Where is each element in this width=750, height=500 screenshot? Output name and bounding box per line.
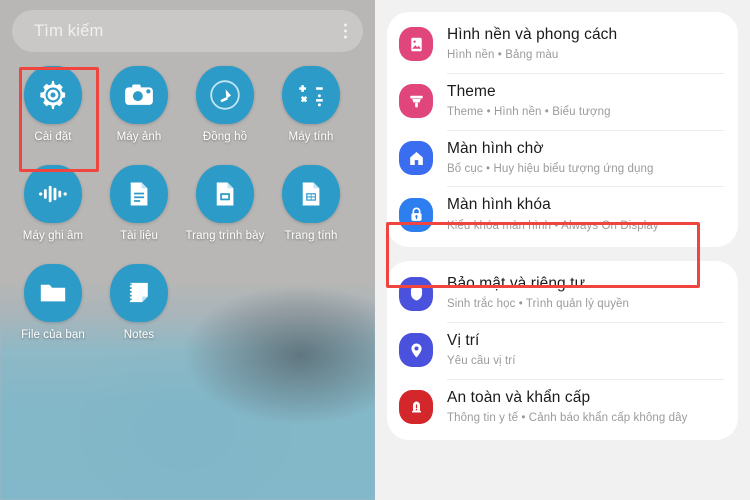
settings-row-title: Màn hình khóa — [447, 196, 551, 214]
settings-row-subtitle: Theme • Hình nền • Biểu tượng — [447, 105, 611, 118]
app-icon-slides[interactable]: Trang trình bày — [182, 165, 268, 242]
app-icon-clock[interactable]: Đồng hồ — [182, 66, 268, 143]
settings-card-privacy: Bảo mật và riêng tư Sinh trắc học • Trìn… — [387, 261, 738, 440]
settings-row-subtitle: Yêu cầu vị trí — [447, 355, 516, 368]
padlock-glyph — [410, 207, 422, 222]
location-pin-icon — [399, 333, 433, 368]
app-label: Tài liệu — [120, 230, 158, 242]
settings-row-subtitle: Thông tin y tế • Cảnh báo khẩn cấp không… — [447, 412, 688, 425]
app-label: Máy tính — [288, 131, 334, 143]
app-label: Trang trình bày — [185, 230, 265, 242]
settings-row-title: Màn hình chờ — [447, 139, 544, 157]
app-label: Cài đặt — [34, 131, 72, 143]
settings-row-text: Màn hình chờ Bố cục • Huy hiệu biểu tượn… — [447, 139, 653, 178]
app-label: Đồng hồ — [202, 131, 248, 143]
screenshot-root: Tìm kiếm Cài đặt Máy ảnh Đồng hồ Máy tín… — [0, 0, 750, 500]
settings-row-text: Hình nền và phong cách Hình nền • Bảng m… — [447, 25, 617, 64]
wallpaper-image-icon — [399, 27, 433, 62]
app-icon-settings[interactable]: Cài đặt — [10, 66, 96, 143]
folder-glyph — [40, 284, 66, 302]
app-label: File của bạn — [21, 329, 85, 341]
search-bar[interactable]: Tìm kiếm — [12, 10, 363, 52]
app-row: File của bạn Notes — [0, 264, 375, 341]
app-grid: Cài đặt Máy ảnh Đồng hồ Máy tính Máy ghi… — [0, 66, 375, 363]
app-icon-notes[interactable]: Notes — [96, 264, 182, 341]
settings-row-text: Bảo mật và riêng tư Sinh trắc học • Trìn… — [447, 274, 629, 313]
settings-row-subtitle: Hình nền • Bảng màu — [447, 49, 559, 62]
app-row: Máy ghi âm Tài liệu Trang trình bày Tran… — [0, 165, 375, 242]
app-label: Notes — [123, 329, 155, 341]
clock-icon — [196, 66, 254, 124]
waveform-glyph — [39, 185, 67, 203]
shield-glyph — [410, 286, 422, 301]
settings-row-text: Theme Theme • Hình nền • Biểu tượng — [447, 82, 611, 121]
lock-icon — [399, 197, 433, 232]
settings-card-display: Hình nền và phong cách Hình nền • Bảng m… — [387, 12, 738, 248]
camera-glyph — [125, 84, 153, 105]
settings-row-text: An toàn và khẩn cấp Thông tin y tế • Cản… — [447, 388, 688, 427]
gear-glyph — [40, 80, 66, 110]
search-input[interactable]: Tìm kiếm — [34, 22, 103, 41]
app-icon-voice-recorder[interactable]: Máy ghi âm — [10, 165, 96, 242]
document-icon — [110, 165, 168, 223]
settings-row-title: Vị trí — [447, 332, 480, 350]
home-screen-panel: Tìm kiếm Cài đặt Máy ảnh Đồng hồ Máy tín… — [0, 0, 375, 500]
app-label: Máy ghi âm — [22, 230, 84, 242]
settings-row-text: Màn hình khóa Kiểu khóa màn hình • Alway… — [447, 195, 659, 234]
settings-row-subtitle: Kiểu khóa màn hình • Always On Display — [447, 219, 659, 232]
notes-icon — [110, 264, 168, 322]
spreadsheet-icon — [282, 165, 340, 223]
app-icon-my-files[interactable]: File của bạn — [10, 264, 96, 341]
app-icon-spreadsheet[interactable]: Trang tính — [268, 165, 354, 242]
settings-row-title: Hình nền và phong cách — [447, 26, 618, 43]
settings-row-title: Bảo mật và riêng tư — [447, 275, 586, 293]
paintbrush-icon — [399, 84, 433, 119]
settings-row-subtitle: Sinh trắc học • Trình quản lý quyền — [447, 298, 630, 311]
settings-row-security-privacy[interactable]: Bảo mật và riêng tư Sinh trắc học • Trìn… — [387, 265, 738, 322]
settings-row-wallpaper[interactable]: Hình nền và phong cách Hình nền • Bảng m… — [387, 16, 738, 73]
app-icon-calculator[interactable]: Máy tính — [268, 66, 354, 143]
settings-row-lock-screen[interactable]: Màn hình khóa Kiểu khóa màn hình • Alway… — [387, 186, 738, 243]
app-label: Máy ảnh — [116, 131, 162, 143]
camera-icon — [110, 66, 168, 124]
voice-recorder-icon — [24, 165, 82, 223]
folder-icon — [24, 264, 82, 322]
settings-list-panel: Hình nền và phong cách Hình nền • Bảng m… — [375, 0, 750, 500]
app-row: Cài đặt Máy ảnh Đồng hồ Máy tính — [0, 66, 375, 143]
image-glyph — [410, 37, 422, 52]
slides-icon — [196, 165, 254, 223]
settings-row-home-screen[interactable]: Màn hình chờ Bố cục • Huy hiệu biểu tượn… — [387, 129, 738, 187]
calculator-icon — [282, 66, 340, 124]
emergency-alert-icon — [399, 390, 433, 425]
shield-icon — [399, 276, 433, 311]
clock-glyph — [210, 80, 240, 110]
settings-gear-icon — [24, 66, 82, 124]
alert-glyph — [411, 401, 421, 413]
notes-glyph — [128, 282, 148, 303]
settings-row-theme[interactable]: Theme Theme • Hình nền • Biểu tượng — [387, 72, 738, 130]
brush-glyph — [409, 95, 423, 108]
calculator-glyph — [299, 85, 323, 107]
app-label: Trang tính — [284, 230, 338, 242]
spreadsheet-glyph — [302, 182, 320, 206]
pin-glyph — [410, 343, 422, 358]
settings-row-safety-emergency[interactable]: An toàn và khẩn cấp Thông tin y tế • Cản… — [387, 378, 738, 436]
settings-row-text: Vị trí Yêu cầu vị trí — [447, 331, 516, 370]
kebab-menu-icon[interactable] — [344, 23, 347, 39]
home-icon — [399, 141, 433, 176]
app-icon-documents[interactable]: Tài liệu — [96, 165, 182, 242]
settings-row-subtitle: Bố cục • Huy hiệu biểu tượng ứng dụng — [447, 162, 654, 175]
settings-row-location[interactable]: Vị trí Yêu cầu vị trí — [387, 322, 738, 379]
app-icon-camera[interactable]: Máy ảnh — [96, 66, 182, 143]
document-glyph — [130, 182, 148, 206]
settings-row-title: Theme — [447, 82, 496, 100]
house-glyph — [409, 151, 423, 165]
settings-row-title: An toàn và khẩn cấp — [447, 388, 591, 406]
slides-glyph — [216, 182, 234, 206]
